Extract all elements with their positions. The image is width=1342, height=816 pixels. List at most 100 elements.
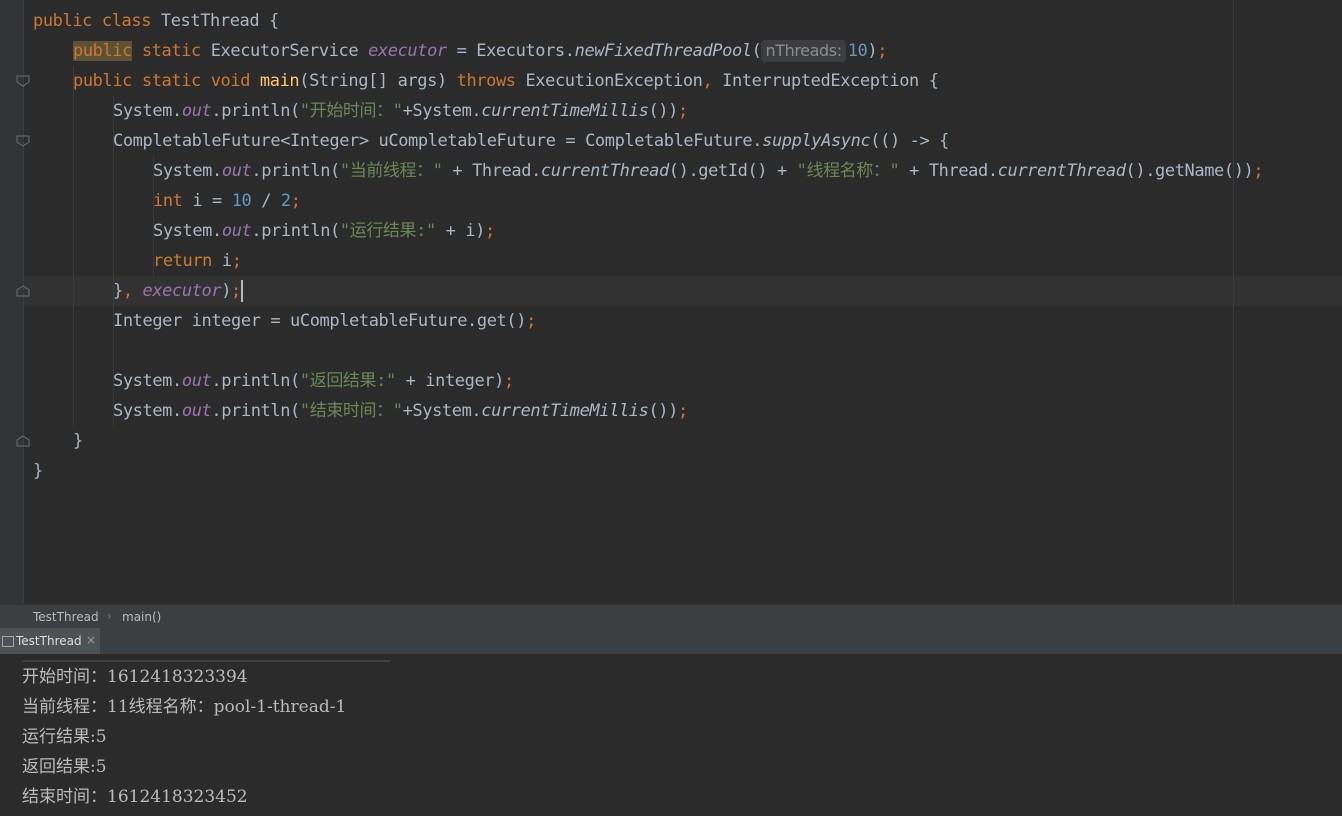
code-token-plain: System.	[113, 371, 182, 391]
code-token-plain: }	[113, 281, 123, 301]
code-token-plain: System.	[153, 161, 222, 181]
code-line[interactable]: }, executor);	[113, 276, 243, 306]
code-token-field: out	[181, 101, 212, 121]
code-token-plain: ().getId() +	[668, 161, 797, 181]
code-token-kw: ;	[231, 251, 242, 271]
code-token-static: supplyAsync	[762, 131, 871, 151]
code-line[interactable]: public static void main(String[] args) t…	[73, 66, 939, 96]
code-token-plain: /	[251, 191, 281, 211]
code-token-kw: class	[101, 11, 161, 31]
code-token-field: executor	[368, 41, 447, 61]
code-token-plain: }	[33, 461, 43, 481]
console-cutoff-line	[22, 654, 390, 662]
code-token-plain: .println(	[251, 161, 340, 181]
close-icon[interactable]: ×	[86, 633, 96, 647]
code-token-kw: static	[132, 41, 211, 61]
code-token-num: 10	[847, 41, 868, 61]
code-line[interactable]: System.out.println("返回结果:" + integer);	[113, 366, 514, 396]
code-token-field: executor	[142, 281, 222, 301]
code-token-kw: public	[73, 71, 142, 91]
code-token-plain: + Thread.	[442, 161, 541, 181]
code-token-keyword-highlighted: public	[73, 41, 133, 61]
code-token-plain: .println(	[211, 401, 300, 421]
code-line[interactable]: System.out.println("结束时间："+System.curren…	[113, 396, 688, 426]
code-token-kw: void	[210, 71, 260, 91]
code-token-kw: throws	[456, 71, 526, 91]
parameter-hint: nThreads:	[761, 40, 846, 62]
code-token-static: newFixedThreadPool	[574, 41, 752, 61]
code-line[interactable]: CompletableFuture<Integer> uCompletableF…	[113, 126, 949, 156]
code-token-plain: )	[867, 41, 878, 61]
code-token-kw: ;	[290, 191, 301, 211]
code-line[interactable]: System.out.println("运行结果:" + i);	[153, 216, 495, 246]
fold-marker-icon[interactable]	[16, 135, 30, 147]
console-line: 结束时间：1612418323452	[22, 787, 248, 807]
code-token-method: main	[259, 71, 300, 91]
code-line[interactable]: public static ExecutorService executor =…	[73, 36, 887, 66]
code-token-str: "线程名称："	[796, 161, 900, 181]
code-token-plain: System.	[113, 401, 182, 421]
console-line: 开始时间：1612418323394	[22, 667, 248, 687]
code-token-kw: ,	[702, 71, 723, 91]
breadcrumb: TestThread › main()	[0, 604, 1342, 629]
console-line: 当前线程：11线程名称：pool-1-thread-1	[22, 697, 347, 717]
code-token-plain: .println(	[211, 101, 300, 121]
fold-end-marker-icon[interactable]	[16, 435, 30, 447]
fold-marker-icon[interactable]	[16, 75, 30, 87]
code-token-plain: + Thread.	[899, 161, 998, 181]
code-token-kw: ,	[122, 281, 143, 301]
code-token-static: currentTimeMillis	[481, 101, 649, 121]
run-console-icon	[2, 636, 14, 647]
code-token-plain: (String[] args)	[299, 71, 457, 91]
code-token-kw: public	[33, 11, 102, 31]
run-tab-testthread[interactable]: TestThread ×	[0, 628, 100, 654]
run-console-output[interactable]: 开始时间：1612418323394 当前线程：11线程名称：pool-1-th…	[0, 654, 1342, 816]
code-token-plain: ExecutionException	[525, 71, 703, 91]
right-margin-guide	[1233, 0, 1234, 604]
code-token-kw: static	[141, 71, 211, 91]
code-token-plain: .println(	[251, 221, 340, 241]
code-token-kw: return	[153, 251, 222, 271]
breadcrumb-class[interactable]: TestThread	[33, 610, 99, 624]
fold-end-marker-icon[interactable]	[16, 285, 30, 297]
code-token-plain: (() -> {	[870, 131, 949, 151]
code-token-plain: +System.	[402, 401, 482, 421]
breadcrumb-method[interactable]: main()	[122, 610, 161, 624]
code-line[interactable]: }	[33, 456, 43, 486]
code-line[interactable]: System.out.println("当前线程：" + Thread.curr…	[153, 156, 1264, 186]
code-token-kw: ;	[503, 371, 514, 391]
code-token-kw: ;	[677, 401, 688, 421]
code-line[interactable]: public class TestThread {	[33, 6, 279, 36]
code-token-str: "运行结果:"	[339, 221, 436, 241]
code-token-plain: Integer integer = uCompletableFuture.get…	[113, 311, 527, 331]
code-line[interactable]: System.out.println("开始时间："+System.curren…	[113, 96, 688, 126]
text-caret	[240, 280, 243, 302]
code-line[interactable]: return i;	[153, 246, 242, 276]
code-token-plain: ())	[648, 401, 678, 421]
code-token-plain: TestThread {	[160, 11, 279, 31]
code-line[interactable]: Integer integer = uCompletableFuture.get…	[113, 306, 536, 336]
code-token-plain: System.	[113, 101, 182, 121]
code-token-str: "返回结果:"	[299, 371, 396, 391]
code-token-str: "当前线程："	[339, 161, 443, 181]
code-token-plain: ())	[648, 101, 678, 121]
code-token-kw: ;	[526, 311, 536, 331]
code-line[interactable]: int i = 10 / 2;	[153, 186, 301, 216]
code-token-str: "结束时间："	[299, 401, 403, 421]
code-editor[interactable]: public class TestThread { public static …	[0, 0, 1342, 604]
run-tool-window-tabs: TestThread ×	[0, 628, 1342, 655]
code-token-kw: ;	[677, 101, 688, 121]
code-token-plain: ().getName())	[1125, 161, 1254, 181]
code-token-field: out	[221, 221, 252, 241]
code-token-plain: +System.	[402, 101, 482, 121]
code-token-plain: )	[221, 281, 232, 301]
code-token-plain: ExecutorService	[210, 41, 369, 61]
console-line: 运行结果:5	[22, 727, 107, 747]
code-token-num: 2	[280, 191, 291, 211]
code-token-plain: System.	[153, 221, 222, 241]
code-token-num: 10	[231, 191, 252, 211]
run-tab-label: TestThread	[16, 634, 82, 648]
code-line[interactable]: }	[73, 426, 83, 456]
code-token-field: out	[181, 401, 212, 421]
code-token-kw: int	[153, 191, 193, 211]
